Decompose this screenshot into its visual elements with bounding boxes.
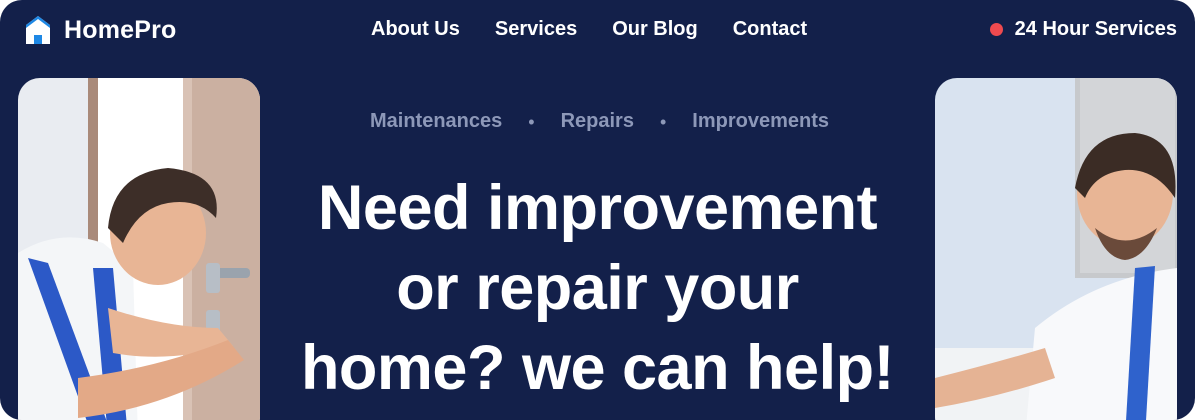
service-tags: Maintenances • Repairs • Improvements (0, 110, 1195, 133)
hour-services-link[interactable]: 24 Hour Services (989, 18, 1177, 41)
tag-maintenances: Maintenances (370, 110, 503, 132)
nav-contact[interactable]: Contact (733, 18, 807, 41)
hero-section: HomePro About Us Services Our Blog Conta… (0, 0, 1195, 420)
nav-services[interactable]: Services (495, 18, 577, 41)
hero-headline: Need improvement or repair your home? we… (260, 168, 935, 408)
brand-logo[interactable]: HomePro (24, 14, 177, 46)
headline-line-1: Need improvement (317, 173, 878, 243)
tag-separator: • (659, 111, 667, 132)
tag-separator: • (528, 111, 535, 132)
nav-about-us[interactable]: About Us (371, 18, 460, 41)
status-dot-icon (989, 23, 1003, 36)
main-nav: About Us Services Our Blog Contact (371, 18, 807, 41)
hour-services-label: 24 Hour Services (1014, 18, 1177, 40)
headline-line-2: or repair your (396, 253, 799, 323)
house-icon (26, 16, 50, 44)
tag-improvements: Improvements (692, 110, 829, 132)
headline-line-3: home? we can help! (300, 333, 895, 403)
brand-name: HomePro (64, 15, 177, 44)
tag-repairs: Repairs (560, 110, 634, 132)
nav-our-blog[interactable]: Our Blog (612, 18, 698, 41)
